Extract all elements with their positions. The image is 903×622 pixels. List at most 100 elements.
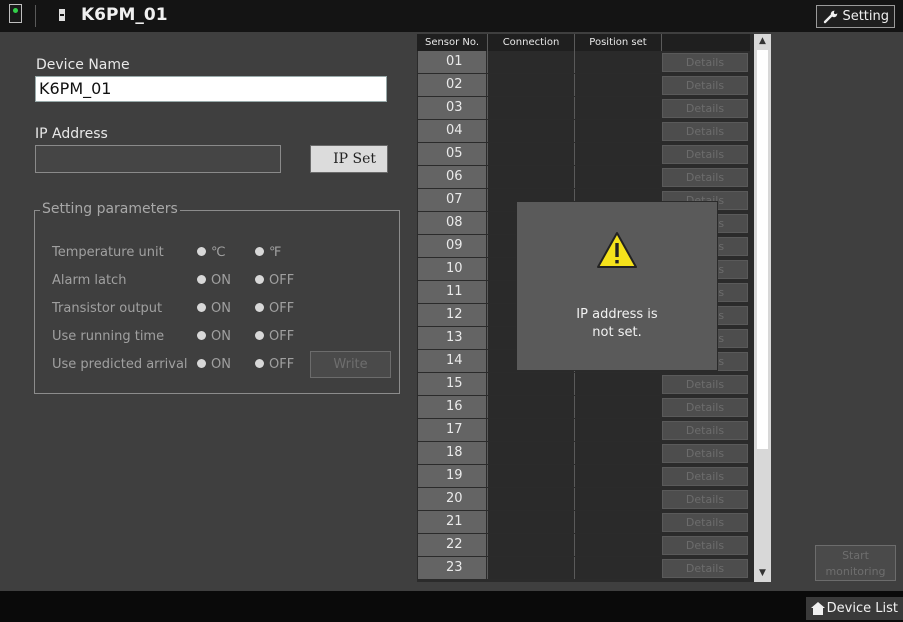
scroll-up-arrow-icon[interactable]: ▲ xyxy=(754,34,771,48)
details-button[interactable]: Details xyxy=(662,444,748,463)
position-set-cell xyxy=(574,488,660,510)
details-button[interactable]: Details xyxy=(662,375,748,394)
col-position-set: Position set xyxy=(574,34,661,51)
sensor-number: 16 xyxy=(418,396,486,418)
predicted-off-radio[interactable]: OFF xyxy=(255,357,294,372)
position-set-cell xyxy=(574,97,660,119)
details-button[interactable]: Details xyxy=(662,99,748,118)
position-set-cell xyxy=(574,74,660,96)
table-row: 17 Details xyxy=(417,419,750,442)
col-details xyxy=(661,34,750,51)
alert-message: IP address is not set. xyxy=(517,306,717,342)
sensor-number: 01 xyxy=(418,51,486,73)
sensor-number: 07 xyxy=(418,189,486,211)
sensor-number: 10 xyxy=(418,258,486,280)
radio-icon xyxy=(197,275,206,284)
table-scrollbar[interactable]: ▲ ▼ xyxy=(754,34,771,582)
radio-icon xyxy=(255,275,264,284)
position-set-cell xyxy=(574,465,660,487)
radio-icon xyxy=(197,303,206,312)
sensor-number: 18 xyxy=(418,442,486,464)
sensor-number: 04 xyxy=(418,120,486,142)
temp-celsius-label: ℃ xyxy=(211,245,226,260)
running-time-label: Use running time xyxy=(52,329,165,344)
device-name-label: Device Name xyxy=(36,57,130,73)
details-button[interactable]: Details xyxy=(662,53,748,72)
sensor-number: 22 xyxy=(418,534,486,556)
details-button[interactable]: Details xyxy=(662,76,748,95)
sensor-number: 06 xyxy=(418,166,486,188)
write-button[interactable]: Write xyxy=(310,351,391,378)
details-button[interactable]: Details xyxy=(662,145,748,164)
sensor-number: 21 xyxy=(418,511,486,533)
table-row: 20 Details xyxy=(417,488,750,511)
temp-fahrenheit-radio[interactable]: ℉ xyxy=(255,245,281,260)
details-button[interactable]: Details xyxy=(662,467,748,486)
connection-cell xyxy=(487,396,574,418)
sensor-number: 08 xyxy=(418,212,486,234)
radio-icon xyxy=(197,247,206,256)
details-button[interactable]: Details xyxy=(662,513,748,532)
position-set-cell xyxy=(574,143,660,165)
predicted-on-radio[interactable]: ON xyxy=(197,357,231,372)
table-row: 18 Details xyxy=(417,442,750,465)
position-set-cell xyxy=(574,166,660,188)
table-row: 04 Details xyxy=(417,120,750,143)
table-row: 22 Details xyxy=(417,534,750,557)
sensor-number: 23 xyxy=(418,557,486,579)
device-list-label: Device List xyxy=(826,601,898,616)
details-button[interactable]: Details xyxy=(662,398,748,417)
device-list-button[interactable]: Device List xyxy=(806,597,903,620)
connection-cell xyxy=(487,166,574,188)
connection-cell xyxy=(487,488,574,510)
ip-address-input[interactable] xyxy=(35,145,281,173)
details-button[interactable]: Details xyxy=(662,490,748,509)
alarm-latch-label: Alarm latch xyxy=(52,273,127,288)
sensor-number: 05 xyxy=(418,143,486,165)
setting-parameters-group: Setting parameters Temperature unit ℃ ℉ … xyxy=(34,201,400,394)
device-icon xyxy=(59,9,65,21)
sensor-number: 19 xyxy=(418,465,486,487)
sensor-number: 02 xyxy=(418,74,486,96)
details-button[interactable]: Details xyxy=(662,536,748,555)
alarm-on-radio[interactable]: ON xyxy=(197,273,231,288)
running-on-radio[interactable]: ON xyxy=(197,329,231,344)
table-row: 03 Details xyxy=(417,97,750,120)
table-header: Sensor No. Connection Position set xyxy=(417,34,750,51)
sensor-number: 15 xyxy=(418,373,486,395)
transistor-output-label: Transistor output xyxy=(52,301,163,316)
running-on-label: ON xyxy=(211,329,231,344)
ip-set-button[interactable]: IP Set xyxy=(310,145,388,173)
connection-cell xyxy=(487,143,574,165)
details-button[interactable]: Details xyxy=(662,168,748,187)
connection-cell xyxy=(487,442,574,464)
sensor-number: 11 xyxy=(418,281,486,303)
running-off-radio[interactable]: OFF xyxy=(255,329,294,344)
alert-message-line2: not set. xyxy=(592,325,642,340)
connection-cell xyxy=(487,465,574,487)
alarm-off-radio[interactable]: OFF xyxy=(255,273,294,288)
scroll-down-arrow-icon[interactable]: ▼ xyxy=(754,566,771,580)
details-button[interactable]: Details xyxy=(662,421,748,440)
connection-cell xyxy=(487,534,574,556)
setting-button[interactable]: Setting xyxy=(816,5,895,28)
start-monitoring-button[interactable]: Start monitoring xyxy=(815,545,896,581)
connection-cell xyxy=(487,419,574,441)
predicted-arrival-label: Use predicted arrival xyxy=(52,357,188,372)
temp-celsius-radio[interactable]: ℃ xyxy=(197,245,226,260)
title-bar: K6PM_01 Setting xyxy=(0,0,903,32)
sensor-number: 13 xyxy=(418,327,486,349)
device-name-input[interactable]: K6PM_01 xyxy=(35,76,387,102)
details-button[interactable]: Details xyxy=(662,559,748,578)
sensor-number: 14 xyxy=(418,350,486,372)
details-button[interactable]: Details xyxy=(662,122,748,141)
scroll-thumb[interactable] xyxy=(757,50,768,449)
sensor-number: 12 xyxy=(418,304,486,326)
ip-address-label: IP Address xyxy=(35,126,108,142)
connection-cell xyxy=(487,511,574,533)
transistor-on-radio[interactable]: ON xyxy=(197,301,231,316)
bottom-bar xyxy=(0,591,903,622)
radio-icon xyxy=(197,331,206,340)
transistor-off-radio[interactable]: OFF xyxy=(255,301,294,316)
setting-label: Setting xyxy=(842,9,889,24)
